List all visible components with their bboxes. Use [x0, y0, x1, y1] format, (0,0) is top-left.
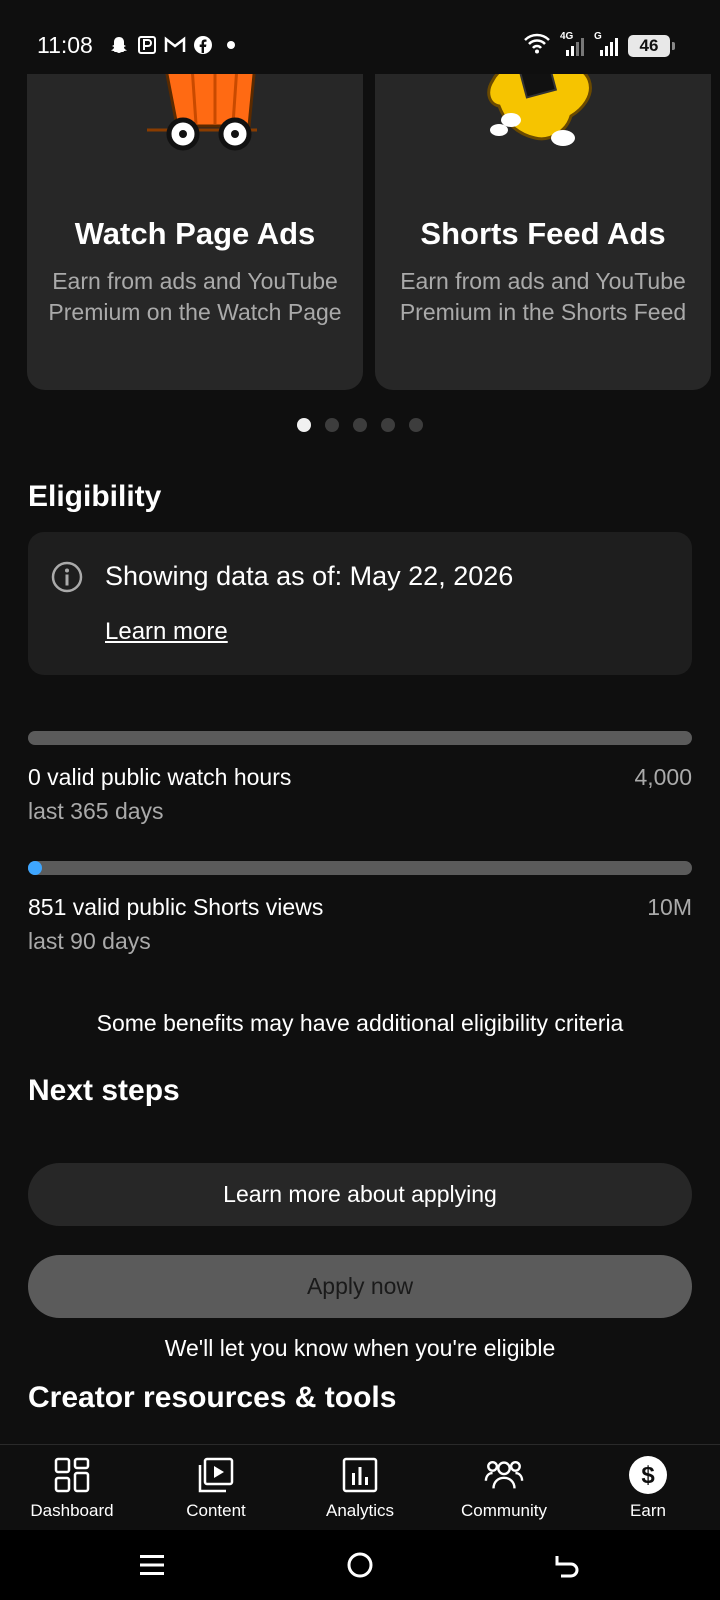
card-description: Earn from ads and YouTube Premium in the…: [399, 268, 687, 325]
info-icon: [51, 561, 83, 593]
content-icon: [196, 1455, 236, 1495]
signal-4g-icon: 4G: [560, 31, 584, 57]
shorts-views-target: 10M: [647, 894, 692, 920]
home-icon[interactable]: [343, 1548, 377, 1582]
status-indicators: 4G G 46: [524, 31, 675, 59]
signal-g-icon: G: [594, 31, 618, 57]
carousel-dot[interactable]: [297, 418, 311, 432]
eligible-notice: We'll let you know when you're eligible: [164, 1335, 556, 1361]
wifi-icon: [524, 32, 550, 59]
watch-page-ads-card[interactable]: Watch Page Ads Earn from ads and YouTube…: [27, 40, 363, 390]
nav-item-earn[interactable]: $ Earn: [576, 1445, 720, 1530]
community-icon: [484, 1455, 524, 1495]
nav-item-content[interactable]: Content: [144, 1445, 288, 1530]
nav-item-community[interactable]: Community: [432, 1445, 576, 1530]
dashboard-icon: [52, 1455, 92, 1495]
carousel-dot[interactable]: [409, 418, 423, 432]
battery-indicator: 46: [628, 34, 675, 57]
apply-now-button[interactable]: Apply now: [28, 1255, 692, 1318]
next-steps-heading: Next steps: [28, 1074, 180, 1107]
carousel-dot[interactable]: [325, 418, 339, 432]
analytics-icon: [340, 1455, 380, 1495]
nav-label: Earn: [630, 1501, 666, 1520]
nav-item-analytics[interactable]: Analytics: [288, 1445, 432, 1530]
nav-label: Community: [461, 1501, 547, 1520]
status-bar: 11:08 4G G 46: [0, 0, 720, 74]
carousel-pagination: [297, 418, 423, 432]
card-title: Shorts Feed Ads: [420, 216, 666, 251]
bottom-navigation: Dashboard Content Analytics Community $ …: [0, 1444, 720, 1530]
learn-more-link[interactable]: Learn more: [105, 618, 228, 646]
eligibility-criteria-note: Some benefits may have additional eligib…: [96, 1010, 624, 1036]
watch-hours-progress-bar: [28, 731, 692, 745]
data-as-of-box: Showing data as of: May 22, 2026 Learn m…: [28, 532, 692, 675]
nav-label: Dashboard: [30, 1501, 114, 1520]
data-as-of-text: Showing data as of: May 22, 2026: [105, 561, 514, 591]
snapchat-icon: [108, 34, 130, 56]
back-icon[interactable]: [550, 1548, 584, 1582]
carousel-dot[interactable]: [381, 418, 395, 432]
facebook-icon: [192, 34, 214, 56]
watch-hours-label: 0 valid public watch hours: [28, 764, 292, 790]
creator-resources-heading: Creator resources & tools: [28, 1381, 397, 1414]
gmail-icon: [164, 34, 186, 56]
card-description: Earn from ads and YouTube Premium on the…: [48, 268, 342, 325]
nav-label: Analytics: [325, 1501, 395, 1520]
watch-hours-target: 4,000: [634, 764, 692, 790]
svg-text:$: $: [641, 1462, 655, 1489]
shorts-views-period: last 90 days: [28, 928, 151, 954]
shorts-feed-ads-card[interactable]: Shorts Feed Ads Earn from ads and YouTub…: [375, 40, 711, 390]
system-navigation-bar: [0, 1530, 720, 1600]
card-title: Watch Page Ads: [74, 216, 316, 251]
nav-item-dashboard[interactable]: Dashboard: [0, 1445, 144, 1530]
shorts-views-progress-bar: [28, 861, 692, 875]
more-notifications-dot-icon: [220, 34, 242, 56]
carousel-dot[interactable]: [353, 418, 367, 432]
parking-icon: [136, 34, 158, 56]
shorts-views-label: 851 valid public Shorts views: [28, 894, 324, 920]
nav-label: Content: [186, 1501, 246, 1520]
eligibility-heading: Eligibility: [28, 480, 162, 513]
recent-apps-icon[interactable]: [135, 1548, 169, 1582]
watch-hours-period: last 365 days: [28, 798, 164, 824]
learn-more-applying-button[interactable]: Learn more about applying: [28, 1163, 692, 1226]
status-time: 11:08: [37, 32, 93, 58]
progress-fill: [28, 861, 42, 875]
earn-icon: $: [628, 1455, 668, 1495]
notification-icons: [108, 34, 242, 56]
